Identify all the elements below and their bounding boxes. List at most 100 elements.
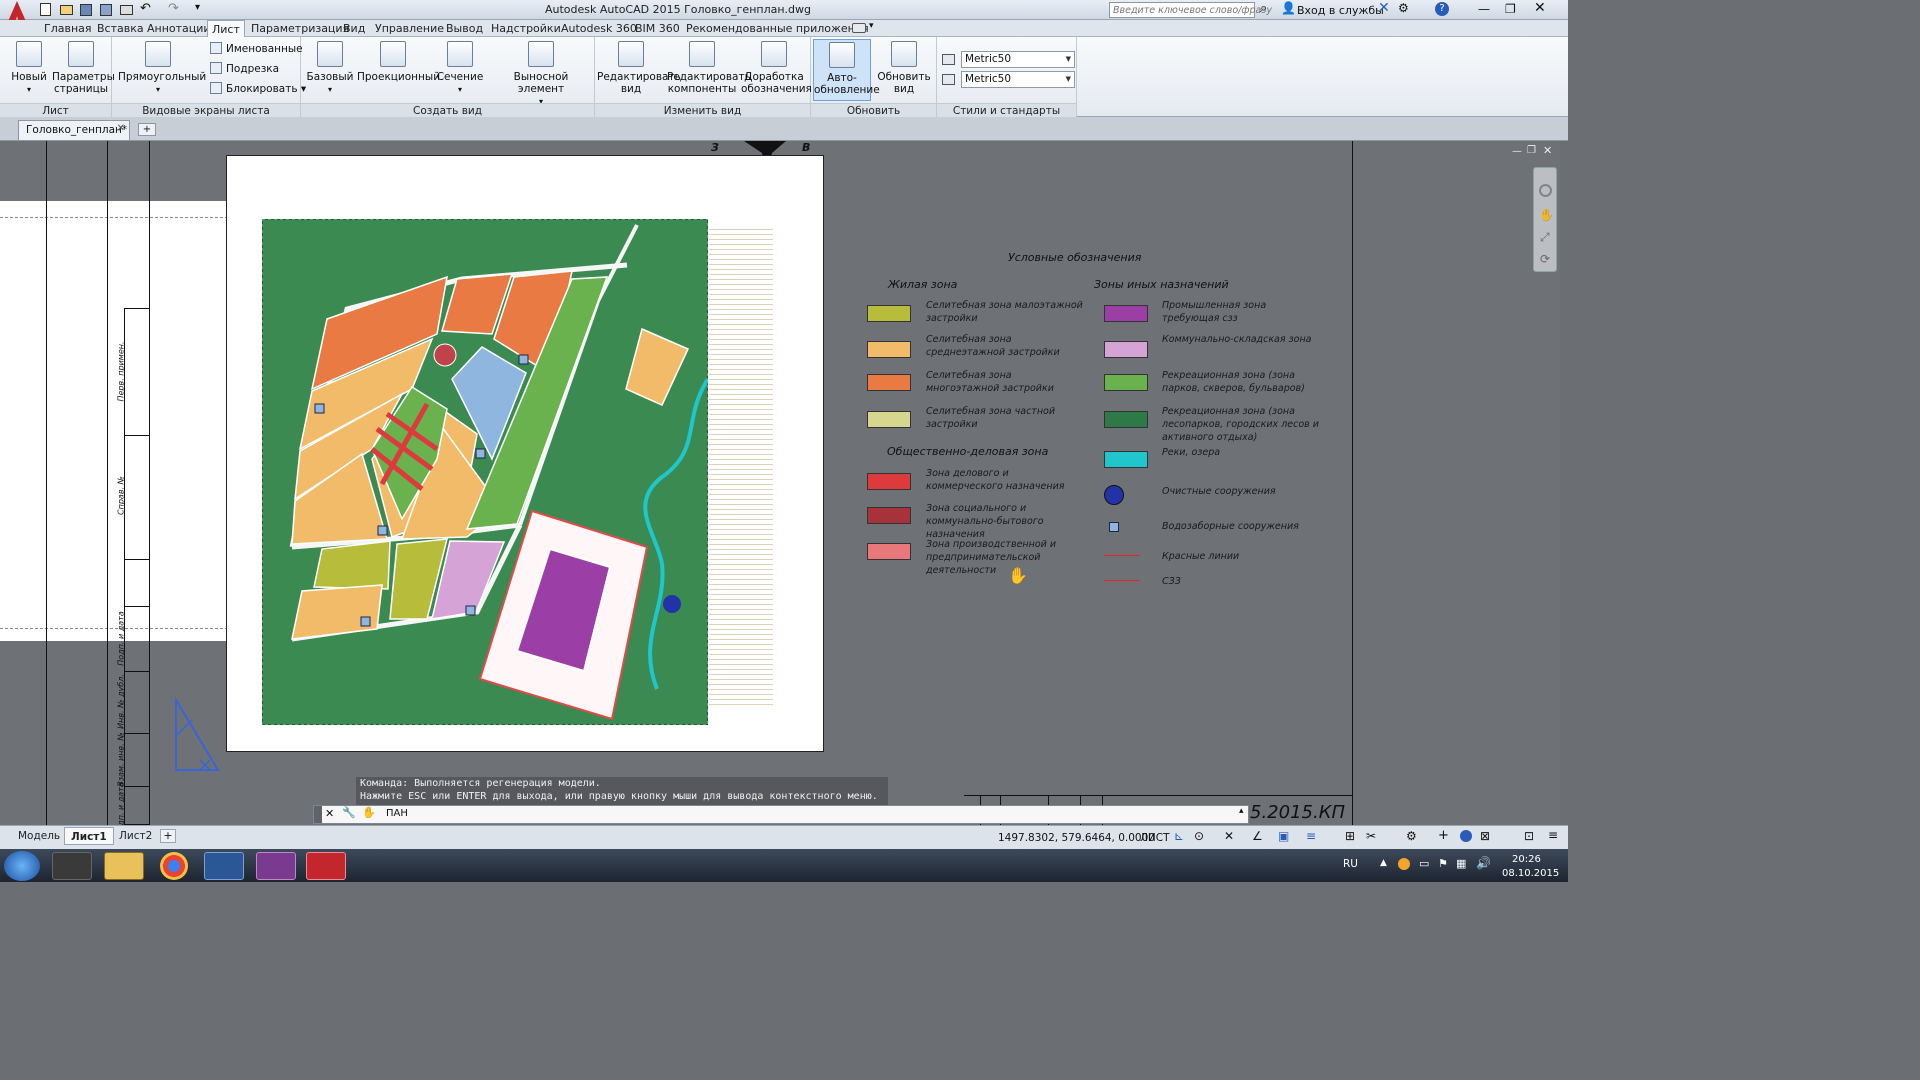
network-icon[interactable]: ▦	[1456, 857, 1466, 870]
coordinates-readout[interactable]: 1497.8302, 579.6464, 0.0000	[998, 832, 1155, 844]
drawing-canvas[interactable]: Перв. примен. Справ. № Подп. и дата Инв.…	[0, 141, 1560, 825]
tab-view[interactable]: Вид	[339, 20, 369, 37]
command-grip[interactable]	[314, 806, 322, 823]
command-customize-icon[interactable]: 🔧	[342, 806, 356, 819]
search-input[interactable]: Введите ключевое слово/фразу	[1109, 2, 1272, 18]
start-button[interactable]	[4, 851, 40, 881]
new-tab-icon[interactable]: +	[138, 123, 156, 136]
command-line[interactable]: ✕ 🔧 ✋ ПАН ▴	[313, 805, 1249, 824]
tab-manage[interactable]: Управление	[371, 20, 448, 37]
save-icon[interactable]	[80, 4, 92, 16]
restore-icon[interactable]: ❐	[1505, 2, 1516, 16]
section-style-select[interactable]: Metric50	[961, 51, 1075, 68]
auto-update-button[interactable]: Авто-обновление	[813, 39, 880, 101]
redo-icon[interactable]: ↷	[168, 1, 179, 16]
tab-annotate[interactable]: Аннотации	[143, 20, 215, 37]
layout-tab-sheet2[interactable]: Лист2	[113, 827, 158, 845]
clock-time[interactable]: 20:26	[1512, 854, 1541, 865]
named-viewports-button[interactable]: Именованные	[210, 40, 303, 58]
tray-monitor-icon[interactable]: ▭	[1419, 857, 1429, 870]
page-setup-button[interactable]: Параметры страницы	[52, 39, 115, 101]
winrar-icon[interactable]	[256, 852, 296, 880]
tab-output[interactable]: Вывод	[442, 20, 487, 37]
lineweight-icon[interactable]: ≡	[1306, 829, 1316, 843]
lock-button[interactable]: Блокировать ▾	[210, 80, 306, 98]
media-player-icon[interactable]	[52, 852, 92, 880]
a360-icon[interactable]: ⚙	[1398, 1, 1409, 15]
hardware-icon[interactable]: ⊠	[1480, 829, 1490, 843]
action-center-icon[interactable]: ⚑	[1438, 857, 1448, 870]
zone-lowrise-s1[interactable]	[313, 540, 391, 590]
layout-tab-sheet1[interactable]: Лист1	[64, 827, 114, 845]
undo-icon[interactable]: ↶	[140, 1, 151, 16]
osnap-icon[interactable]: ✕	[1224, 829, 1234, 843]
clip-button[interactable]: Подрезка	[210, 60, 279, 78]
exchange-icon[interactable]: ✕	[1378, 0, 1390, 16]
customize-icon[interactable]: ≡	[1548, 828, 1558, 842]
command-close-icon[interactable]: ✕	[325, 807, 334, 820]
zoom-extents-icon[interactable]: ⤢	[1540, 230, 1550, 245]
update-view-button[interactable]: Обновить вид	[875, 39, 933, 101]
annotation-icon[interactable]: ▣	[1278, 829, 1289, 843]
workspace-icon[interactable]: ⚙	[1406, 829, 1417, 843]
tab-layout[interactable]: Лист	[207, 20, 245, 37]
viewport-restore-icon[interactable]: ❐	[1527, 145, 1536, 156]
edit-components-button[interactable]: Редактировать компоненты	[667, 39, 751, 101]
navigation-bar[interactable]: ✋ ⤢ ⟳	[1533, 167, 1557, 272]
steering-wheel-icon[interactable]	[1539, 184, 1552, 197]
clock-date[interactable]: 08.10.2015	[1502, 868, 1559, 879]
new-layout-button[interactable]: Новый ▾	[0, 39, 58, 101]
minimize-icon[interactable]: —	[1478, 2, 1490, 16]
edit-view-button[interactable]: Редактировать вид	[597, 39, 681, 101]
tab-home[interactable]: Главная	[40, 20, 96, 37]
language-indicator[interactable]: RU	[1343, 858, 1358, 870]
file-tab-genplan[interactable]: Головко_генплан* ✕	[18, 120, 130, 140]
ribbon-toggle-icon[interactable]	[852, 23, 866, 33]
pan-icon[interactable]: ✋	[1539, 208, 1554, 222]
detail-view-button[interactable]: Выносной элемент ▾	[493, 39, 589, 106]
chrome-icon[interactable]	[160, 852, 188, 880]
annotation-scale-icon[interactable]: ✂	[1366, 829, 1376, 843]
autocad-taskbar-icon[interactable]	[306, 852, 346, 880]
word-icon[interactable]	[204, 852, 244, 880]
polar-icon[interactable]: ⊙	[1194, 829, 1204, 843]
section-view-button[interactable]: Сечение ▾	[431, 39, 489, 101]
open-file-icon[interactable]	[60, 5, 73, 15]
add-layout-icon[interactable]: +	[160, 829, 176, 843]
angle-icon[interactable]: ∠	[1252, 829, 1263, 843]
tray-expand-icon[interactable]: ▲	[1380, 858, 1387, 868]
base-view-button[interactable]: Базовый ▾	[301, 39, 359, 101]
tab-addins[interactable]: Надстройки	[487, 20, 565, 37]
tab-parametric[interactable]: Параметризация	[247, 20, 353, 37]
snap-icon[interactable]: ⊾	[1174, 829, 1184, 843]
tray-app-icon[interactable]	[1398, 858, 1410, 870]
plus-icon[interactable]: +	[1438, 828, 1449, 843]
space-toggle[interactable]: ЛИСТ	[1140, 832, 1170, 844]
master-plan-map[interactable]	[262, 219, 708, 725]
qat-dropdown-icon[interactable]: ▾	[195, 2, 200, 13]
viewport-close-icon[interactable]: ✕	[1543, 144, 1552, 157]
isolate-icon[interactable]	[1460, 830, 1472, 842]
volume-icon[interactable]: 🔊	[1476, 856, 1491, 870]
command-recent-icon[interactable]: ▴	[1239, 806, 1244, 816]
clean-screen-icon[interactable]: ⊡	[1524, 829, 1534, 843]
file-tab-close-icon[interactable]: ✕	[117, 123, 125, 134]
tab-featured-apps[interactable]: Рекомендованные приложения	[682, 20, 873, 37]
binoculars-icon[interactable]: ⌕	[1260, 1, 1267, 16]
rectangular-viewport-button[interactable]: Прямоугольный ▾	[118, 39, 206, 101]
explorer-icon[interactable]	[104, 852, 144, 880]
save-as-icon[interactable]	[100, 4, 112, 16]
help-icon[interactable]: ?	[1435, 2, 1449, 16]
orbit-icon[interactable]: ⟳	[1540, 252, 1550, 266]
close-icon[interactable]: ✕	[1534, 0, 1546, 16]
new-file-icon[interactable]	[40, 3, 51, 16]
signin-button[interactable]: Вход в службы	[1297, 4, 1384, 17]
tab-autodesk360[interactable]: Autodesk 360	[557, 20, 641, 37]
tab-bim360[interactable]: BIM 360	[631, 20, 684, 37]
symbol-sketch-button[interactable]: Доработка обозначения	[741, 39, 812, 101]
viewport-minimize-icon[interactable]: —	[1512, 146, 1522, 157]
print-icon[interactable]	[120, 5, 133, 15]
detail-style-select[interactable]: Metric50	[961, 71, 1075, 88]
scale-icon[interactable]: ⊞	[1345, 829, 1355, 843]
layout-tab-model[interactable]: Модель	[12, 827, 66, 845]
